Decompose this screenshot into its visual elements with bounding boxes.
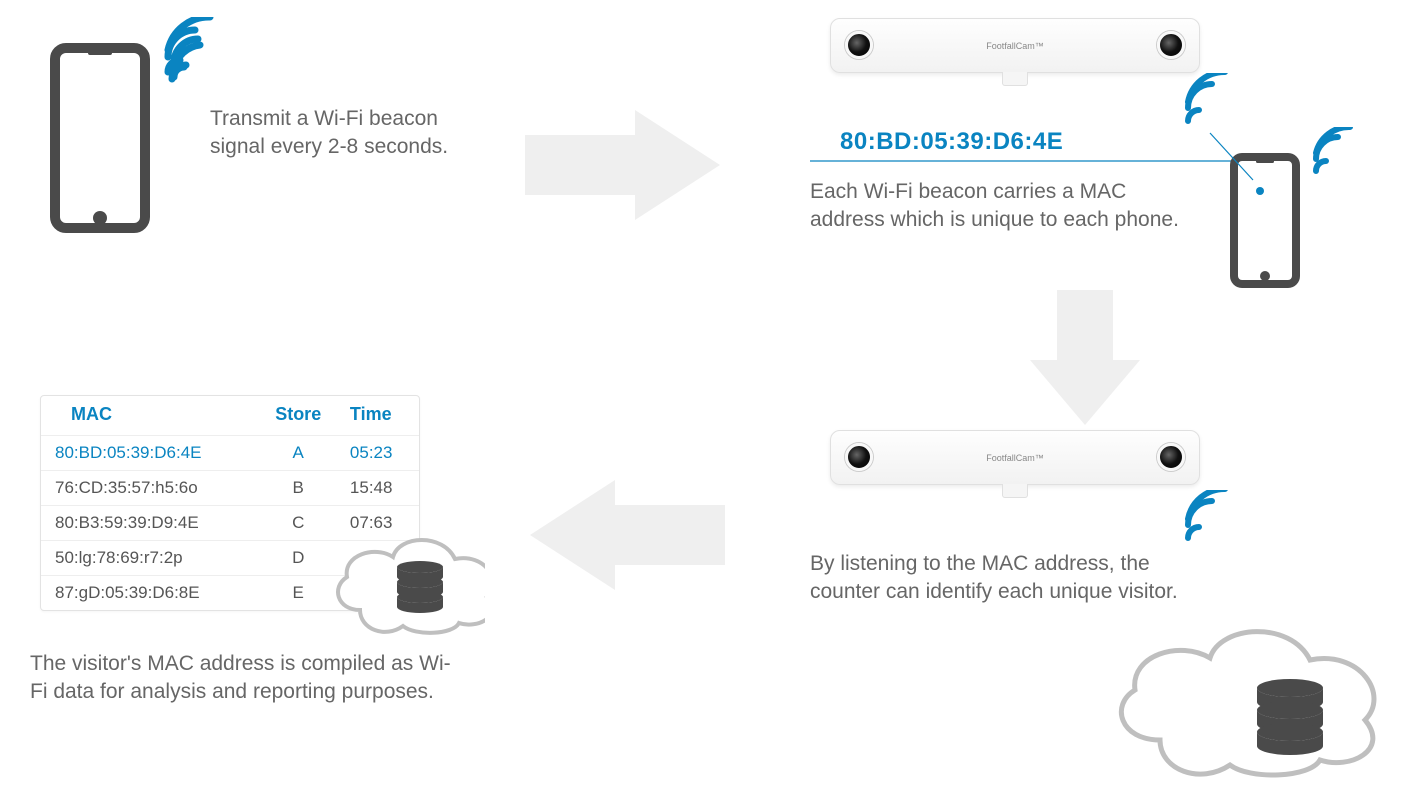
cloud-database-icon	[325, 525, 485, 645]
cell-store: B	[256, 471, 339, 506]
arrow-right-icon	[525, 110, 725, 220]
cell-mac: 87:gD:05:39:D6:8E	[41, 576, 256, 611]
table-row: 76:CD:35:57:h5:6o B 15:48	[41, 471, 419, 506]
arrow-down-icon	[1030, 290, 1140, 430]
stage4-desc: The visitor's MAC address is compiled as…	[30, 650, 460, 707]
col-mac: MAC	[41, 396, 256, 436]
camera-lens-icon	[845, 443, 873, 471]
device-mount-icon	[1002, 72, 1028, 86]
device-mount-icon	[1002, 484, 1028, 498]
counter-device-icon: FootfallCam™	[830, 430, 1200, 485]
table-row: 80:BD:05:39:D6:4E A 05:23	[41, 436, 419, 471]
connector-line-icon	[805, 97, 1265, 197]
stage3-desc: By listening to the MAC address, the cou…	[810, 550, 1180, 607]
cell-time: 05:23	[340, 436, 419, 471]
device-brand-label: FootfallCam™	[986, 453, 1044, 463]
col-time: Time	[340, 396, 419, 436]
camera-lens-icon	[1157, 443, 1185, 471]
col-store: Store	[256, 396, 339, 436]
camera-lens-icon	[845, 31, 873, 59]
cloud-database-icon	[1100, 610, 1400, 790]
arrow-left-icon	[525, 480, 725, 590]
wifi-icon	[1308, 127, 1363, 182]
device-brand-label: FootfallCam™	[986, 41, 1044, 51]
wifi-icon	[1180, 490, 1240, 550]
cell-mac: 50:lg:78:69:r7:2p	[41, 541, 256, 576]
wifi-icon	[158, 17, 228, 87]
phone-body-icon	[50, 43, 150, 233]
cell-mac: 80:BD:05:39:D6:4E	[41, 436, 256, 471]
cell-mac: 76:CD:35:57:h5:6o	[41, 471, 256, 506]
stage1-desc: Transmit a Wi-Fi beacon signal every 2-8…	[210, 105, 470, 162]
phone-icon	[50, 25, 220, 240]
cell-mac: 80:B3:59:39:D9:4E	[41, 506, 256, 541]
cell-store: A	[256, 436, 339, 471]
camera-lens-icon	[1157, 31, 1185, 59]
counter-device-icon: FootfallCam™	[830, 18, 1200, 73]
cell-time: 15:48	[340, 471, 419, 506]
